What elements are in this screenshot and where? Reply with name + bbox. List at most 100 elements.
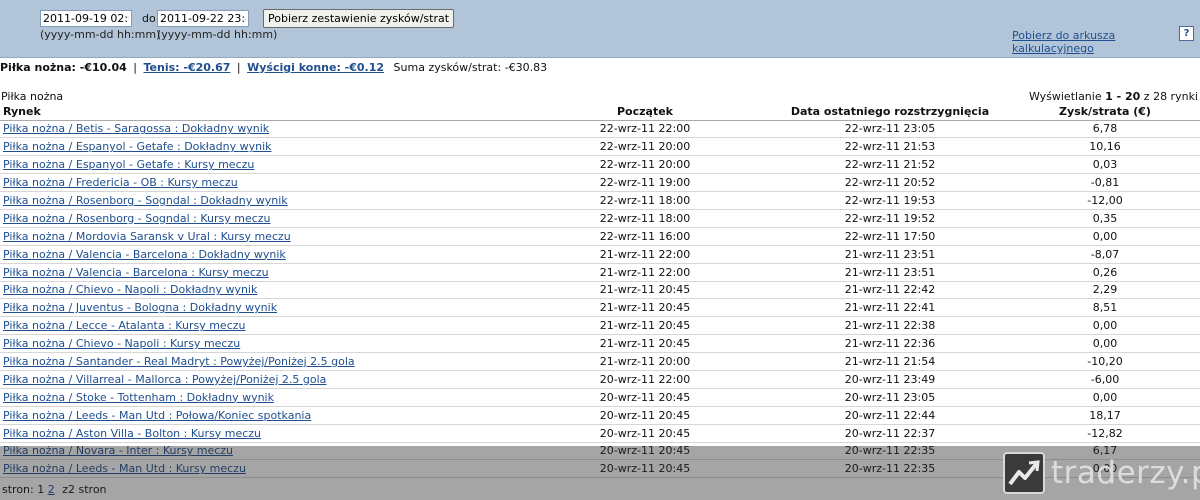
summary-bar: Piłka nożna: -€10.04 | Tenis: -€20.67 | … [0,61,547,74]
get-profit-loss-button[interactable]: Pobierz zestawienie zysków/strat [263,9,455,28]
table-row: Piłka nożna / Valencia - Barcelona : Kur… [0,263,1200,282]
market-link[interactable]: Piłka nożna / Espanyol - Getafe : Dokład… [3,140,272,153]
profit-loss-cell: 6,78 [1010,120,1200,139]
market-cell: Piłka nożna / Fredericia - OB : Kursy me… [0,173,520,193]
market-cell: Piłka nożna / Chievo - Napoli : Kursy me… [0,334,520,354]
profit-loss-cell: 8,51 [1010,298,1200,318]
profit-loss-cell: 10,16 [1010,137,1200,157]
settled-cell: 21-wrz-11 22:38 [770,316,1010,336]
settled-cell: 20-wrz-11 23:05 [770,388,1010,407]
table-row: Piłka nożna / Mordovia Saransk v Ural : … [0,227,1200,246]
market-cell: Piłka nożna / Rosenborg - Sogndal : Dokł… [0,191,520,210]
help-icon[interactable]: ? [1179,26,1194,41]
start-cell: 21-wrz-11 22:00 [520,263,770,282]
start-cell: 20-wrz-11 20:45 [520,388,770,407]
profit-loss-cell: 18,17 [1010,406,1200,425]
market-cell: Piłka nożna / Valencia - Barcelona : Kur… [0,263,520,282]
market-cell: Piłka nożna / Santander - Real Madryt : … [0,352,520,371]
start-cell: 21-wrz-11 20:45 [520,334,770,354]
export-spreadsheet-link[interactable]: Pobierz do arkusza kalkulacyjnego [1012,29,1200,55]
table-row: Piłka nożna / Rosenborg - Sogndal : Kurs… [0,209,1200,228]
market-cell: Piłka nożna / Villarreal - Mallorca : Po… [0,370,520,389]
results-count-prefix: Wyświetlanie [1028,90,1102,103]
start-cell: 22-wrz-11 19:00 [520,173,770,193]
column-header-start[interactable]: Początek [520,103,770,121]
table-row: Piłka nożna / Villarreal - Mallorca : Po… [0,370,1200,389]
settled-cell: 22-wrz-11 20:52 [770,173,1010,193]
section-title: Piłka nożna [1,90,64,103]
market-link[interactable]: Piłka nożna / Villarreal - Mallorca : Po… [3,373,326,386]
start-cell: 22-wrz-11 20:00 [520,155,770,175]
table-row: Piłka nożna / Stoke - Tottenham : Dokład… [0,388,1200,407]
column-header-settled[interactable]: Data ostatniego rozstrzygnięcia [770,103,1010,121]
settled-cell: 22-wrz-11 23:05 [770,120,1010,139]
market-cell: Piłka nożna / Juventus - Bologna : Dokła… [0,298,520,318]
chart-arrow-logo-icon [1003,452,1045,494]
settled-cell: 20-wrz-11 22:44 [770,406,1010,425]
table-row: Piłka nożna / Chievo - Napoli : Kursy me… [0,334,1200,354]
market-link[interactable]: Piłka nożna / Chievo - Napoli : Kursy me… [3,337,240,350]
tennis-total-link[interactable]: Tenis: -€20.67 [144,61,231,74]
settled-cell: 22-wrz-11 17:50 [770,227,1010,246]
settled-cell: 21-wrz-11 23:51 [770,245,1010,264]
table-row: Piłka nożna / Valencia - Barcelona : Dok… [0,245,1200,264]
start-cell: 21-wrz-11 20:45 [520,281,770,300]
column-header-market[interactable]: Rynek [0,103,520,121]
date-from-format-hint: (yyyy-mm-dd hh:mm) [40,28,161,41]
settled-cell: 21-wrz-11 22:41 [770,298,1010,318]
horse-racing-total-link[interactable]: Wyścigi konne: -€0.12 [247,61,384,74]
table-row: Piłka nożna / Leeds - Man Utd : Połowa/K… [0,406,1200,425]
market-link[interactable]: Piłka nożna / Santander - Real Madryt : … [3,355,355,368]
market-link[interactable]: Piłka nożna / Valencia - Barcelona : Kur… [3,266,269,279]
profit-loss-cell: 0,03 [1010,155,1200,175]
market-cell: Piłka nożna / Stoke - Tottenham : Dokład… [0,388,520,407]
watermark-text: traderzy.pl [1051,455,1200,491]
market-cell: Piłka nożna / Leeds - Man Utd : Połowa/K… [0,406,520,425]
market-link[interactable]: Piłka nożna / Lecce - Atalanta : Kursy m… [3,319,245,332]
table-row: Piłka nożna / Espanyol - Getafe : Kursy … [0,155,1200,175]
profit-loss-cell: -12,82 [1010,424,1200,443]
market-link[interactable]: Piłka nożna / Rosenborg - Sogndal : Dokł… [3,194,288,207]
column-header-profit-loss[interactable]: Zysk/strata (€) [1010,103,1200,121]
market-link[interactable]: Piłka nożna / Leeds - Man Utd : Połowa/K… [3,409,311,422]
markets-table: Rynek Początek Data ostatniego rozstrzyg… [0,103,1200,479]
start-cell: 21-wrz-11 20:00 [520,352,770,371]
filter-bar: do (yyyy-mm-dd hh:mm) (yyyy-mm-dd hh:mm)… [0,0,1200,58]
market-link[interactable]: Piłka nożna / Espanyol - Getafe : Kursy … [3,158,254,171]
start-cell: 20-wrz-11 20:45 [520,406,770,425]
market-link[interactable]: Piłka nożna / Betis - Saragossa : Dokład… [3,122,269,135]
market-cell: Piłka nożna / Espanyol - Getafe : Kursy … [0,155,520,175]
market-link[interactable]: Piłka nożna / Aston Villa - Bolton : Kur… [3,427,261,440]
market-cell: Piłka nożna / Valencia - Barcelona : Dok… [0,245,520,264]
date-from-input[interactable] [40,10,132,27]
settled-cell: 21-wrz-11 22:42 [770,281,1010,300]
market-cell: Piłka nożna / Rosenborg - Sogndal : Kurs… [0,209,520,228]
market-link[interactable]: Piłka nożna / Fredericia - OB : Kursy me… [3,176,238,189]
table-row: Piłka nożna / Lecce - Atalanta : Kursy m… [0,316,1200,336]
market-link[interactable]: Piłka nożna / Rosenborg - Sogndal : Kurs… [3,212,271,225]
separator: | [236,61,241,74]
table-row: Piłka nożna / Espanyol - Getafe : Dokład… [0,137,1200,157]
start-cell: 21-wrz-11 20:45 [520,316,770,336]
date-to-input[interactable] [157,10,249,27]
market-link[interactable]: Piłka nożna / Mordovia Saransk v Ural : … [3,230,291,243]
table-row: Piłka nożna / Juventus - Bologna : Dokła… [0,298,1200,318]
market-cell: Piłka nożna / Betis - Saragossa : Dokład… [0,120,520,139]
separator: | [133,61,137,74]
logo-arrow-icon [1008,460,1040,486]
table-row: Piłka nożna / Aston Villa - Bolton : Kur… [0,424,1200,443]
profit-loss-cell: -0,81 [1010,173,1200,193]
date-to-format-hint: (yyyy-mm-dd hh:mm) [157,28,278,41]
market-link[interactable]: Piłka nożna / Chievo - Napoli : Dokładny… [3,283,257,296]
settled-cell: 21-wrz-11 23:51 [770,263,1010,282]
market-link[interactable]: Piłka nożna / Valencia - Barcelona : Dok… [3,248,286,261]
table-row: Piłka nożna / Santander - Real Madryt : … [0,352,1200,371]
results-count-suffix: z 28 rynki [1143,90,1198,103]
profit-loss-cell: 0,35 [1010,209,1200,228]
results-count-range: 1 - 20 [1105,90,1141,103]
start-cell: 21-wrz-11 22:00 [520,245,770,264]
market-link[interactable]: Piłka nożna / Juventus - Bologna : Dokła… [3,301,277,314]
settled-cell: 20-wrz-11 22:37 [770,424,1010,443]
market-link[interactable]: Piłka nożna / Stoke - Tottenham : Dokład… [3,391,274,404]
profit-loss-cell: -10,20 [1010,352,1200,371]
